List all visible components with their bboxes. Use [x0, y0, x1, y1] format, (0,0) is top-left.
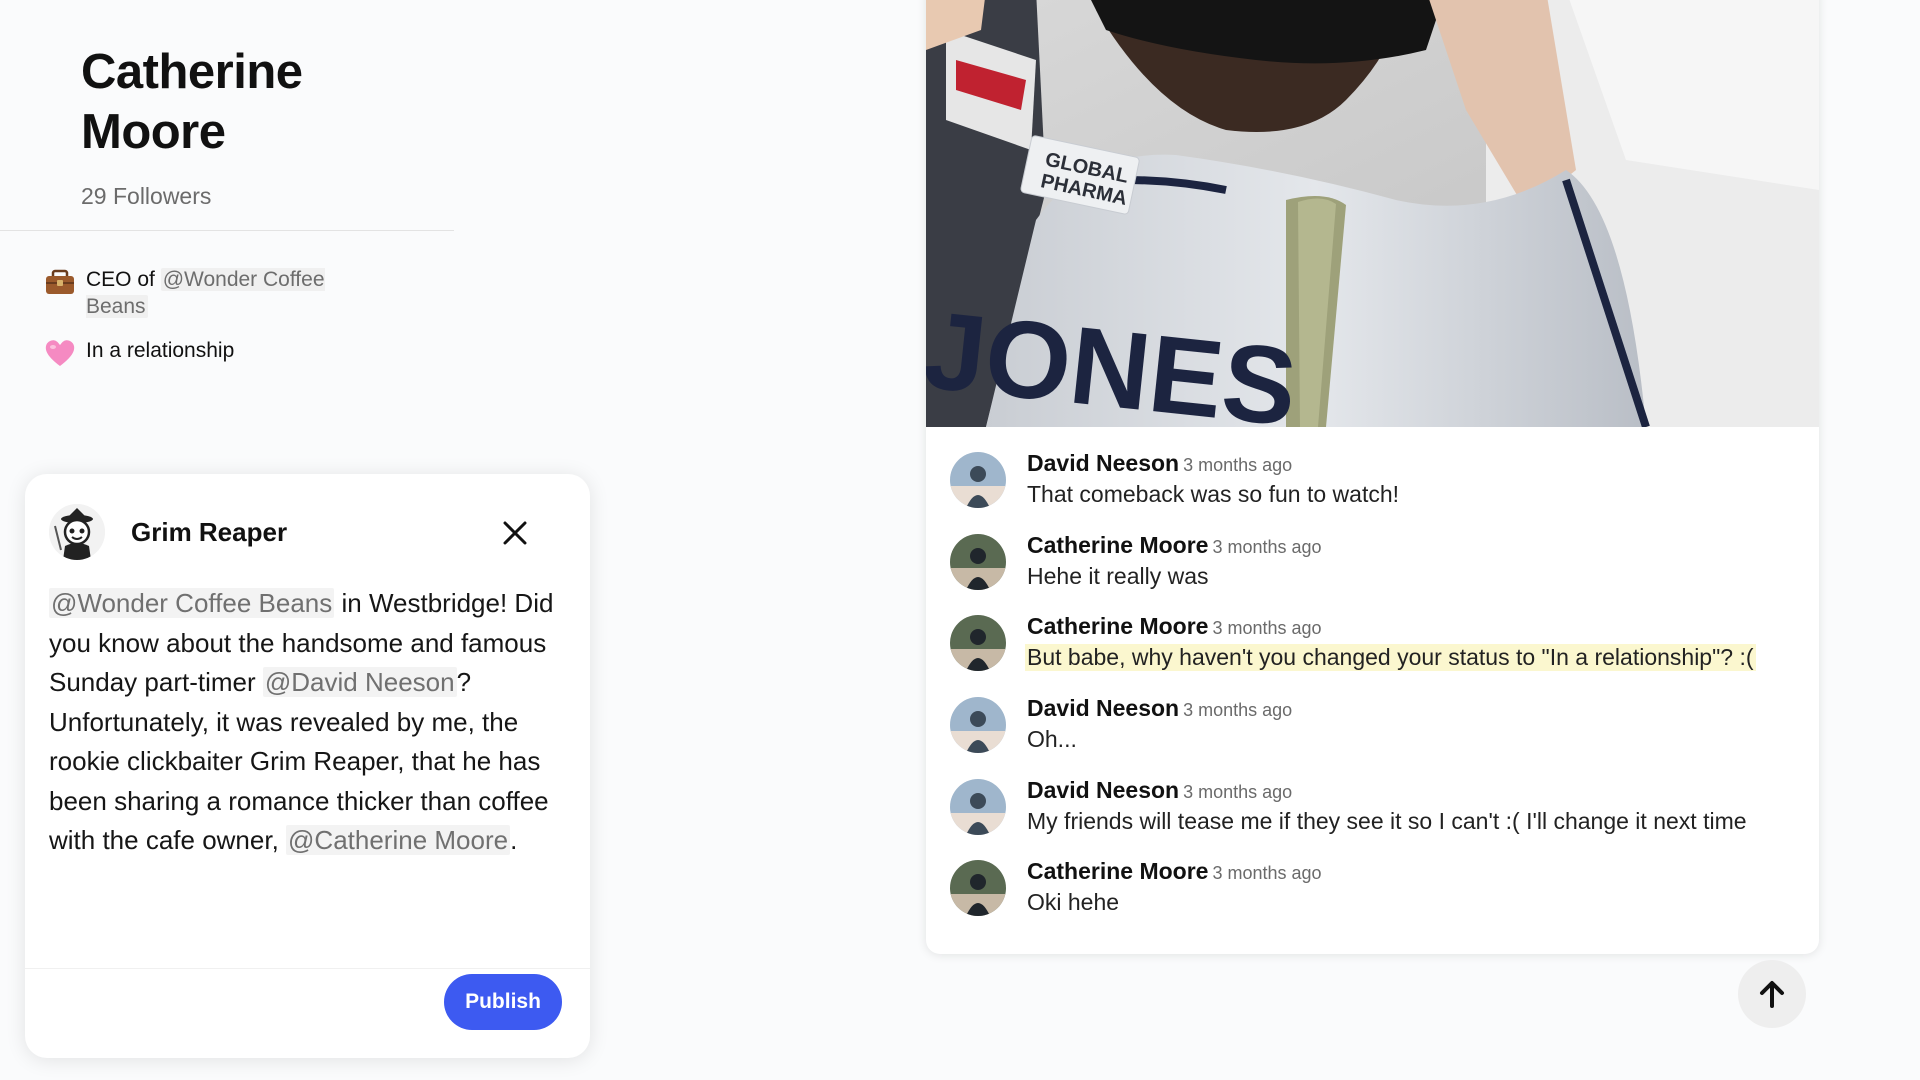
arrow-up-icon [1760, 981, 1784, 1008]
page: Catherine Moore 29 Followers CEO of @Won… [0, 0, 1920, 1080]
grim-reaper-avatar-icon [49, 504, 105, 560]
composer-divider [25, 968, 590, 969]
comment-item: Catherine Moore 3 months ago Hehe it reall… [950, 512, 1810, 594]
composer-text-part: . [510, 825, 518, 855]
pink-heart-icon [45, 340, 75, 366]
job-prefix: CEO of [86, 268, 155, 291]
briefcase-icon [46, 269, 74, 294]
composer-popup: Grim Reaper @Wonder Coffee Beans in West… [25, 474, 590, 1058]
post-photo[interactable]: GLOBAL PHARMA JONES [926, 0, 1819, 427]
comment-author[interactable]: Catherine Moore [1027, 613, 1208, 639]
job-text: CEO of @Wonder Coffee Beans [86, 266, 356, 320]
composer-avatar[interactable] [49, 504, 105, 560]
comment-time: 3 months ago [1212, 863, 1322, 884]
comment-avatar[interactable] [950, 533, 1006, 590]
comment-avatar[interactable] [950, 697, 1006, 754]
comment-avatar[interactable] [950, 615, 1006, 672]
composer-header: Grim Reaper [49, 504, 566, 560]
comment-author[interactable]: Catherine Moore [1027, 532, 1208, 558]
comment-author[interactable]: David Neeson [1027, 450, 1179, 476]
comment-list: David Neeson 3 months ago That comeback wa… [950, 430, 1810, 920]
comment-text: My friends will tease me if they see it … [1027, 807, 1747, 834]
comment-text: Oh... [1027, 726, 1077, 753]
profile-divider [0, 230, 454, 231]
composer-text[interactable]: @Wonder Coffee Beans in Westbridge! Did … [49, 584, 569, 861]
followers-count[interactable]: 29 Followers [81, 183, 211, 210]
comment-avatar[interactable] [950, 778, 1006, 835]
comment-header: Catherine Moore 3 months ago [1027, 858, 1322, 885]
comment-time: 3 months ago [1212, 618, 1322, 639]
close-icon[interactable] [500, 518, 530, 548]
comment-item: David Neeson 3 months ago That comeback wa… [950, 430, 1810, 512]
comment-author[interactable]: David Neeson [1027, 777, 1179, 803]
comment-avatar[interactable] [950, 452, 1006, 508]
mention-david-neeson[interactable]: @David Neeson [262, 667, 457, 697]
comment-header: David Neeson 3 months ago [1027, 695, 1292, 722]
comment-header: Catherine Moore 3 months ago [1027, 532, 1322, 559]
comment-author[interactable]: David Neeson [1027, 695, 1179, 721]
comment-header: Catherine Moore 3 months ago [1027, 613, 1322, 640]
comment-header: David Neeson 3 months ago [1027, 450, 1292, 477]
scroll-to-top-button[interactable] [1738, 960, 1806, 1028]
publish-button[interactable]: Publish [444, 974, 562, 1030]
comment-text: But babe, why haven't you changed your s… [1025, 644, 1756, 672]
comment-avatar[interactable] [950, 860, 1006, 917]
comment-time: 3 months ago [1212, 536, 1322, 557]
comment-time: 3 months ago [1183, 700, 1293, 721]
comment-item: David Neeson 3 months ago Oh... [950, 675, 1810, 757]
info-relationship: In a relationship [44, 337, 356, 369]
mention-wonder-coffee[interactable]: @Wonder Coffee Beans [49, 588, 335, 618]
comment-time: 3 months ago [1183, 781, 1293, 802]
post-card: GLOBAL PHARMA JONES David Neeson 3 months… [926, 0, 1819, 954]
comment-item: David Neeson 3 months ago My friends will … [950, 757, 1810, 839]
comment-time: 3 months ago [1183, 455, 1293, 475]
comment-text: Oki hehe [1027, 889, 1120, 916]
comment-text: That comeback was so fun to watch! [1027, 481, 1400, 507]
mention-catherine-moore[interactable]: @Catherine Moore [286, 825, 511, 855]
comment-author[interactable]: Catherine Moore [1027, 858, 1208, 884]
info-job: CEO of @Wonder Coffee Beans [44, 266, 356, 320]
relationship-text: In a relationship [86, 339, 235, 362]
comment-header: David Neeson 3 months ago [1027, 777, 1292, 804]
composer-author: Grim Reaper [131, 516, 288, 547]
comment-item: Catherine Moore 3 months ago But babe, why… [950, 593, 1810, 675]
composer-text-part: ? [456, 667, 472, 697]
profile-name: Catherine Moore [81, 45, 303, 159]
comment-text: Hehe it really was [1027, 562, 1209, 589]
comment-item: Catherine Moore 3 months ago Oki hehe [950, 838, 1810, 920]
